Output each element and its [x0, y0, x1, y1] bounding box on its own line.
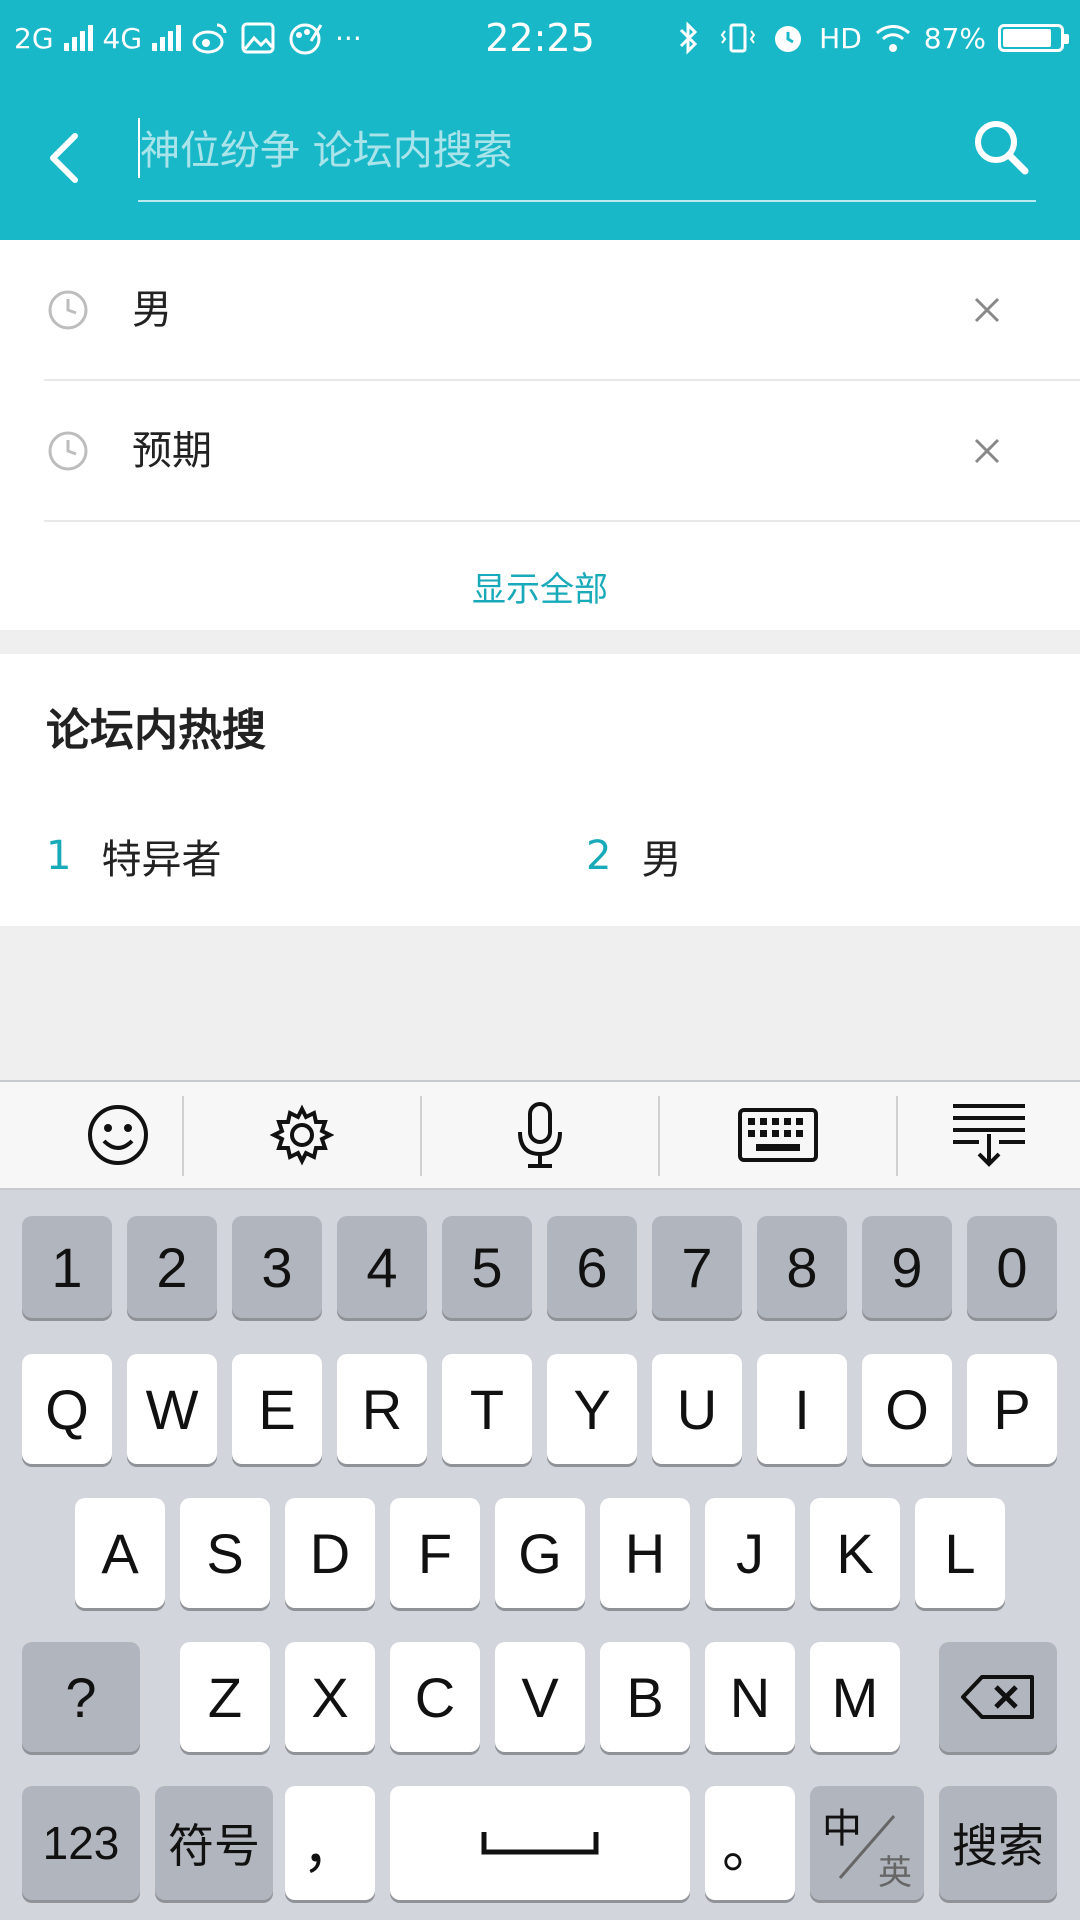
- key-g[interactable]: G: [495, 1498, 585, 1608]
- settings-button[interactable]: [184, 1082, 420, 1188]
- key-h[interactable]: H: [600, 1498, 690, 1608]
- key-7[interactable]: 7: [652, 1216, 742, 1318]
- key-i[interactable]: I: [757, 1354, 847, 1464]
- key-u[interactable]: U: [652, 1354, 742, 1464]
- key-j[interactable]: J: [705, 1498, 795, 1608]
- close-icon: [974, 438, 1000, 464]
- back-button[interactable]: [40, 128, 90, 188]
- key-comma[interactable]: ，: [285, 1786, 375, 1900]
- keyboard-toolbar: [0, 1080, 1080, 1190]
- lang-en-label: 英: [878, 1854, 912, 1892]
- key-period[interactable]: 。: [705, 1786, 795, 1900]
- search-button[interactable]: [966, 112, 1036, 182]
- hot-rank: 1: [46, 833, 72, 879]
- hd-label: HD: [819, 21, 862, 55]
- hot-label: 男: [641, 837, 682, 883]
- keyboard-switch-button[interactable]: [660, 1082, 896, 1188]
- space-key[interactable]: [390, 1786, 690, 1900]
- text-caret: [138, 118, 140, 178]
- status-bar: 2G 4G ··· 22:25 HD 87%: [0, 0, 1080, 76]
- divider: [44, 520, 1080, 522]
- key-t[interactable]: T: [442, 1354, 532, 1464]
- history-item-text: 预期: [132, 428, 212, 474]
- search-underline: [138, 200, 1036, 202]
- backspace-key[interactable]: [939, 1642, 1057, 1752]
- bluetooth-icon: [680, 21, 698, 55]
- search-history: 男 预期 显示全部: [0, 240, 1080, 630]
- key-question[interactable]: ?: [22, 1642, 140, 1752]
- history-item-text: 男: [132, 287, 172, 333]
- key-d[interactable]: D: [285, 1498, 375, 1608]
- gear-icon: [270, 1104, 334, 1166]
- key-6[interactable]: 6: [547, 1216, 637, 1318]
- back-arrow-icon: [50, 133, 78, 183]
- key-l[interactable]: L: [915, 1498, 1005, 1608]
- collapse-keyboard-icon: [953, 1104, 1025, 1167]
- vibrate-icon: [720, 23, 756, 53]
- key-r[interactable]: R: [337, 1354, 427, 1464]
- wifi-icon: [875, 25, 910, 52]
- key-v[interactable]: V: [495, 1642, 585, 1752]
- hot-search-section: 论坛内热搜 1 特异者 2 男: [0, 654, 1080, 926]
- delete-history-button[interactable]: [962, 280, 1012, 340]
- hide-keyboard-button[interactable]: [898, 1082, 1080, 1188]
- keyboard-icon: [738, 1108, 818, 1162]
- key-2[interactable]: 2: [127, 1216, 217, 1318]
- history-item[interactable]: 男: [0, 240, 1080, 380]
- search-input[interactable]: [138, 116, 960, 186]
- battery-icon: [998, 24, 1069, 52]
- search-key[interactable]: 搜索: [939, 1786, 1057, 1900]
- hot-search-title: 论坛内热搜: [46, 705, 266, 756]
- key-z[interactable]: Z: [180, 1642, 270, 1752]
- key-5[interactable]: 5: [442, 1216, 532, 1318]
- search-icon: [975, 121, 1029, 175]
- key-b[interactable]: B: [600, 1642, 690, 1752]
- battery-percent: 87%: [923, 21, 986, 55]
- status-right: HD 87%: [669, 0, 1069, 76]
- history-clock-icon: [48, 290, 88, 330]
- key-y[interactable]: Y: [547, 1354, 637, 1464]
- microphone-icon: [518, 1102, 562, 1168]
- space-icon: [481, 1832, 599, 1855]
- key-k[interactable]: K: [810, 1498, 900, 1608]
- search-header: [0, 76, 1080, 240]
- key-w[interactable]: W: [127, 1354, 217, 1464]
- language-switch-key[interactable]: 中 英: [810, 1786, 924, 1900]
- key-s[interactable]: S: [180, 1498, 270, 1608]
- key-x[interactable]: X: [285, 1642, 375, 1752]
- key-3[interactable]: 3: [232, 1216, 322, 1318]
- key-p[interactable]: P: [967, 1354, 1057, 1464]
- hot-search-item[interactable]: 2 男: [586, 826, 681, 886]
- key-m[interactable]: M: [810, 1642, 900, 1752]
- history-item[interactable]: 预期: [0, 381, 1080, 521]
- key-e[interactable]: E: [232, 1354, 322, 1464]
- delete-history-button[interactable]: [962, 421, 1012, 481]
- alarm-icon: [775, 26, 802, 52]
- key-c[interactable]: C: [390, 1642, 480, 1752]
- key-f[interactable]: F: [390, 1498, 480, 1608]
- keyboard: 1 2 3 4 5 6 7 8 9 0 Q W E R T Y U I O P …: [0, 1190, 1080, 1920]
- backspace-icon: [961, 1675, 1034, 1719]
- key-1[interactable]: 1: [22, 1216, 112, 1318]
- key-n[interactable]: N: [705, 1642, 795, 1752]
- close-icon: [974, 297, 1000, 323]
- history-clock-icon: [48, 431, 88, 471]
- hot-search-item[interactable]: 1 特异者: [46, 826, 221, 886]
- key-4[interactable]: 4: [337, 1216, 427, 1318]
- hot-label: 特异者: [101, 837, 222, 883]
- emoji-icon: [88, 1105, 148, 1165]
- key-8[interactable]: 8: [757, 1216, 847, 1318]
- hot-rank: 2: [586, 833, 612, 879]
- key-a[interactable]: A: [75, 1498, 165, 1608]
- key-0[interactable]: 0: [967, 1216, 1057, 1318]
- show-all-button[interactable]: 显示全部: [0, 550, 1080, 630]
- key-symbols[interactable]: 符号: [155, 1786, 273, 1900]
- key-o[interactable]: O: [862, 1354, 952, 1464]
- key-123[interactable]: 123: [22, 1786, 140, 1900]
- key-9[interactable]: 9: [862, 1216, 952, 1318]
- voice-input-button[interactable]: [422, 1082, 658, 1188]
- key-q[interactable]: Q: [22, 1354, 112, 1464]
